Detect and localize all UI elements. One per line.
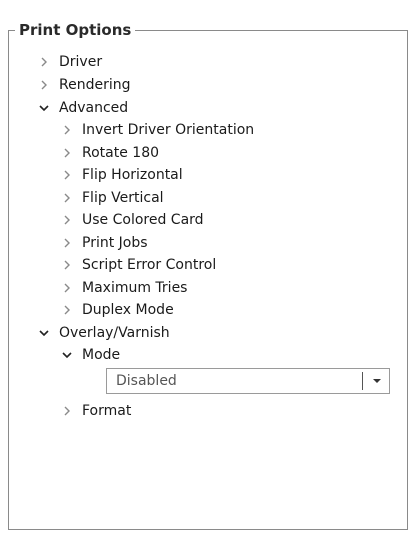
tree-item-label: Rotate 180 [82, 145, 160, 161]
chevron-right-icon[interactable] [60, 146, 74, 160]
tree-item-label: Print Jobs [82, 235, 148, 251]
tree-item-label: Flip Horizontal [82, 167, 183, 183]
chevron-right-icon[interactable] [60, 168, 74, 182]
tree-item-label: Advanced [59, 100, 129, 116]
chevron-down-icon[interactable] [37, 101, 51, 115]
tree-item-maximum-tries[interactable]: Maximum Tries [60, 277, 187, 299]
tree-item-flip-vertical[interactable]: Flip Vertical [60, 187, 164, 209]
tree-item-label: Script Error Control [82, 257, 217, 273]
tree-item-rotate-180[interactable]: Rotate 180 [60, 142, 159, 164]
chevron-right-icon[interactable] [60, 236, 74, 250]
chevron-down-icon[interactable] [60, 348, 74, 362]
chevron-right-icon[interactable] [37, 78, 51, 92]
tree-item-driver[interactable]: Driver [37, 51, 102, 73]
tree-item-flip-horizontal[interactable]: Flip Horizontal [60, 164, 183, 186]
chevron-right-icon[interactable] [60, 303, 74, 317]
tree-item-label: Rendering [59, 77, 131, 93]
mode-select-value: Disabled [116, 373, 177, 389]
tree-item-label: Overlay/Varnish [59, 325, 170, 341]
tree-item-use-colored-card[interactable]: Use Colored Card [60, 209, 204, 231]
chevron-right-icon[interactable] [60, 258, 74, 272]
group-title: Print Options [15, 20, 136, 40]
tree-item-invert-driver-orientation[interactable]: Invert Driver Orientation [60, 119, 254, 141]
chevron-right-icon[interactable] [37, 55, 51, 69]
mode-select[interactable]: Disabled [106, 368, 390, 394]
tree-item-label: Maximum Tries [82, 280, 188, 296]
tree-item-print-jobs[interactable]: Print Jobs [60, 232, 148, 254]
tree-item-overlay-varnish[interactable]: Overlay/Varnish [37, 322, 170, 344]
chevron-down-icon[interactable] [37, 326, 51, 340]
tree-item-label: Use Colored Card [82, 212, 204, 228]
tree-item-format[interactable]: Format [60, 400, 131, 422]
chevron-right-icon[interactable] [60, 123, 74, 137]
tree-item-advanced[interactable]: Advanced [37, 97, 128, 119]
tree-item-mode[interactable]: Mode [60, 344, 120, 366]
tree-item-label: Driver [59, 54, 103, 70]
tree-item-label: Duplex Mode [82, 302, 174, 318]
tree-item-label: Format [82, 403, 132, 419]
chevron-right-icon[interactable] [60, 281, 74, 295]
tree-item-label: Mode [82, 347, 121, 363]
chevron-right-icon[interactable] [60, 191, 74, 205]
tree-item-duplex-mode[interactable]: Duplex Mode [60, 299, 174, 321]
select-divider [362, 372, 363, 390]
tree-item-label: Flip Vertical [82, 190, 164, 206]
chevron-right-icon[interactable] [60, 213, 74, 227]
caret-down-icon[interactable] [369, 370, 385, 392]
chevron-right-icon[interactable] [60, 404, 74, 418]
tree-item-label: Invert Driver Orientation [82, 122, 255, 138]
tree-item-script-error-control[interactable]: Script Error Control [60, 254, 216, 276]
tree-item-rendering[interactable]: Rendering [37, 74, 131, 96]
